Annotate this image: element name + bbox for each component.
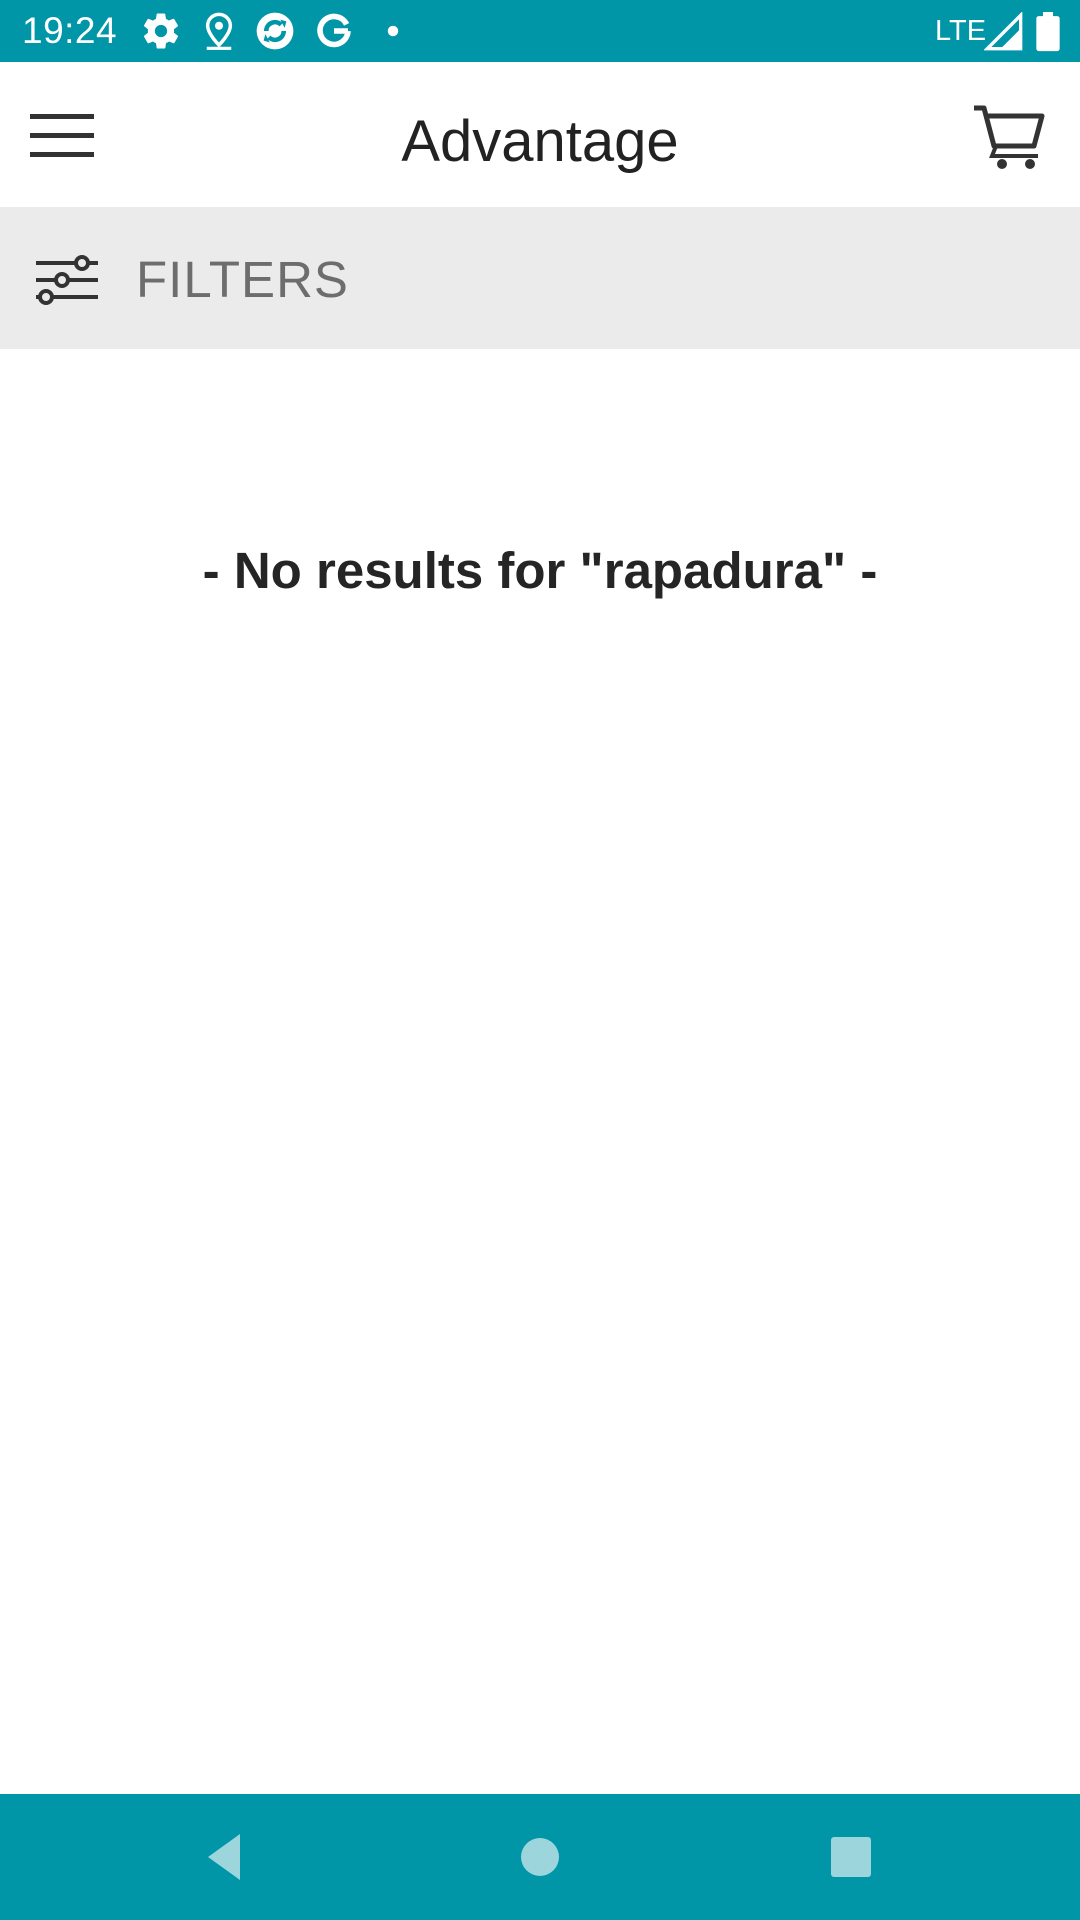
settings-icon	[140, 10, 182, 52]
notification-dot-icon	[372, 10, 414, 52]
app-title: Advantage	[401, 109, 679, 174]
shopping-cart-icon[interactable]	[972, 98, 1048, 174]
status-bar: 19:24 LTE	[0, 0, 1080, 62]
signal-icon	[984, 12, 1024, 52]
hamburger-menu-icon[interactable]	[28, 102, 100, 166]
sliders-icon	[34, 249, 100, 309]
status-time: 19:24	[22, 10, 118, 51]
network-type: LTE	[935, 15, 987, 47]
recents-icon[interactable]	[818, 1824, 884, 1890]
google-icon	[313, 10, 355, 52]
sync-app-icon	[254, 10, 296, 52]
back-icon[interactable]	[192, 1824, 258, 1890]
app-bar: Advantage	[0, 62, 1080, 207]
home-icon[interactable]	[507, 1824, 573, 1890]
battery-icon	[1030, 12, 1066, 52]
location-icon	[198, 10, 240, 52]
no-results-message: - No results for "rapadura" -	[202, 542, 878, 599]
filters-bar[interactable]: FILTERS	[0, 207, 1080, 349]
filters-label: FILTERS	[136, 251, 349, 308]
navigation-bar	[0, 1794, 1080, 1920]
